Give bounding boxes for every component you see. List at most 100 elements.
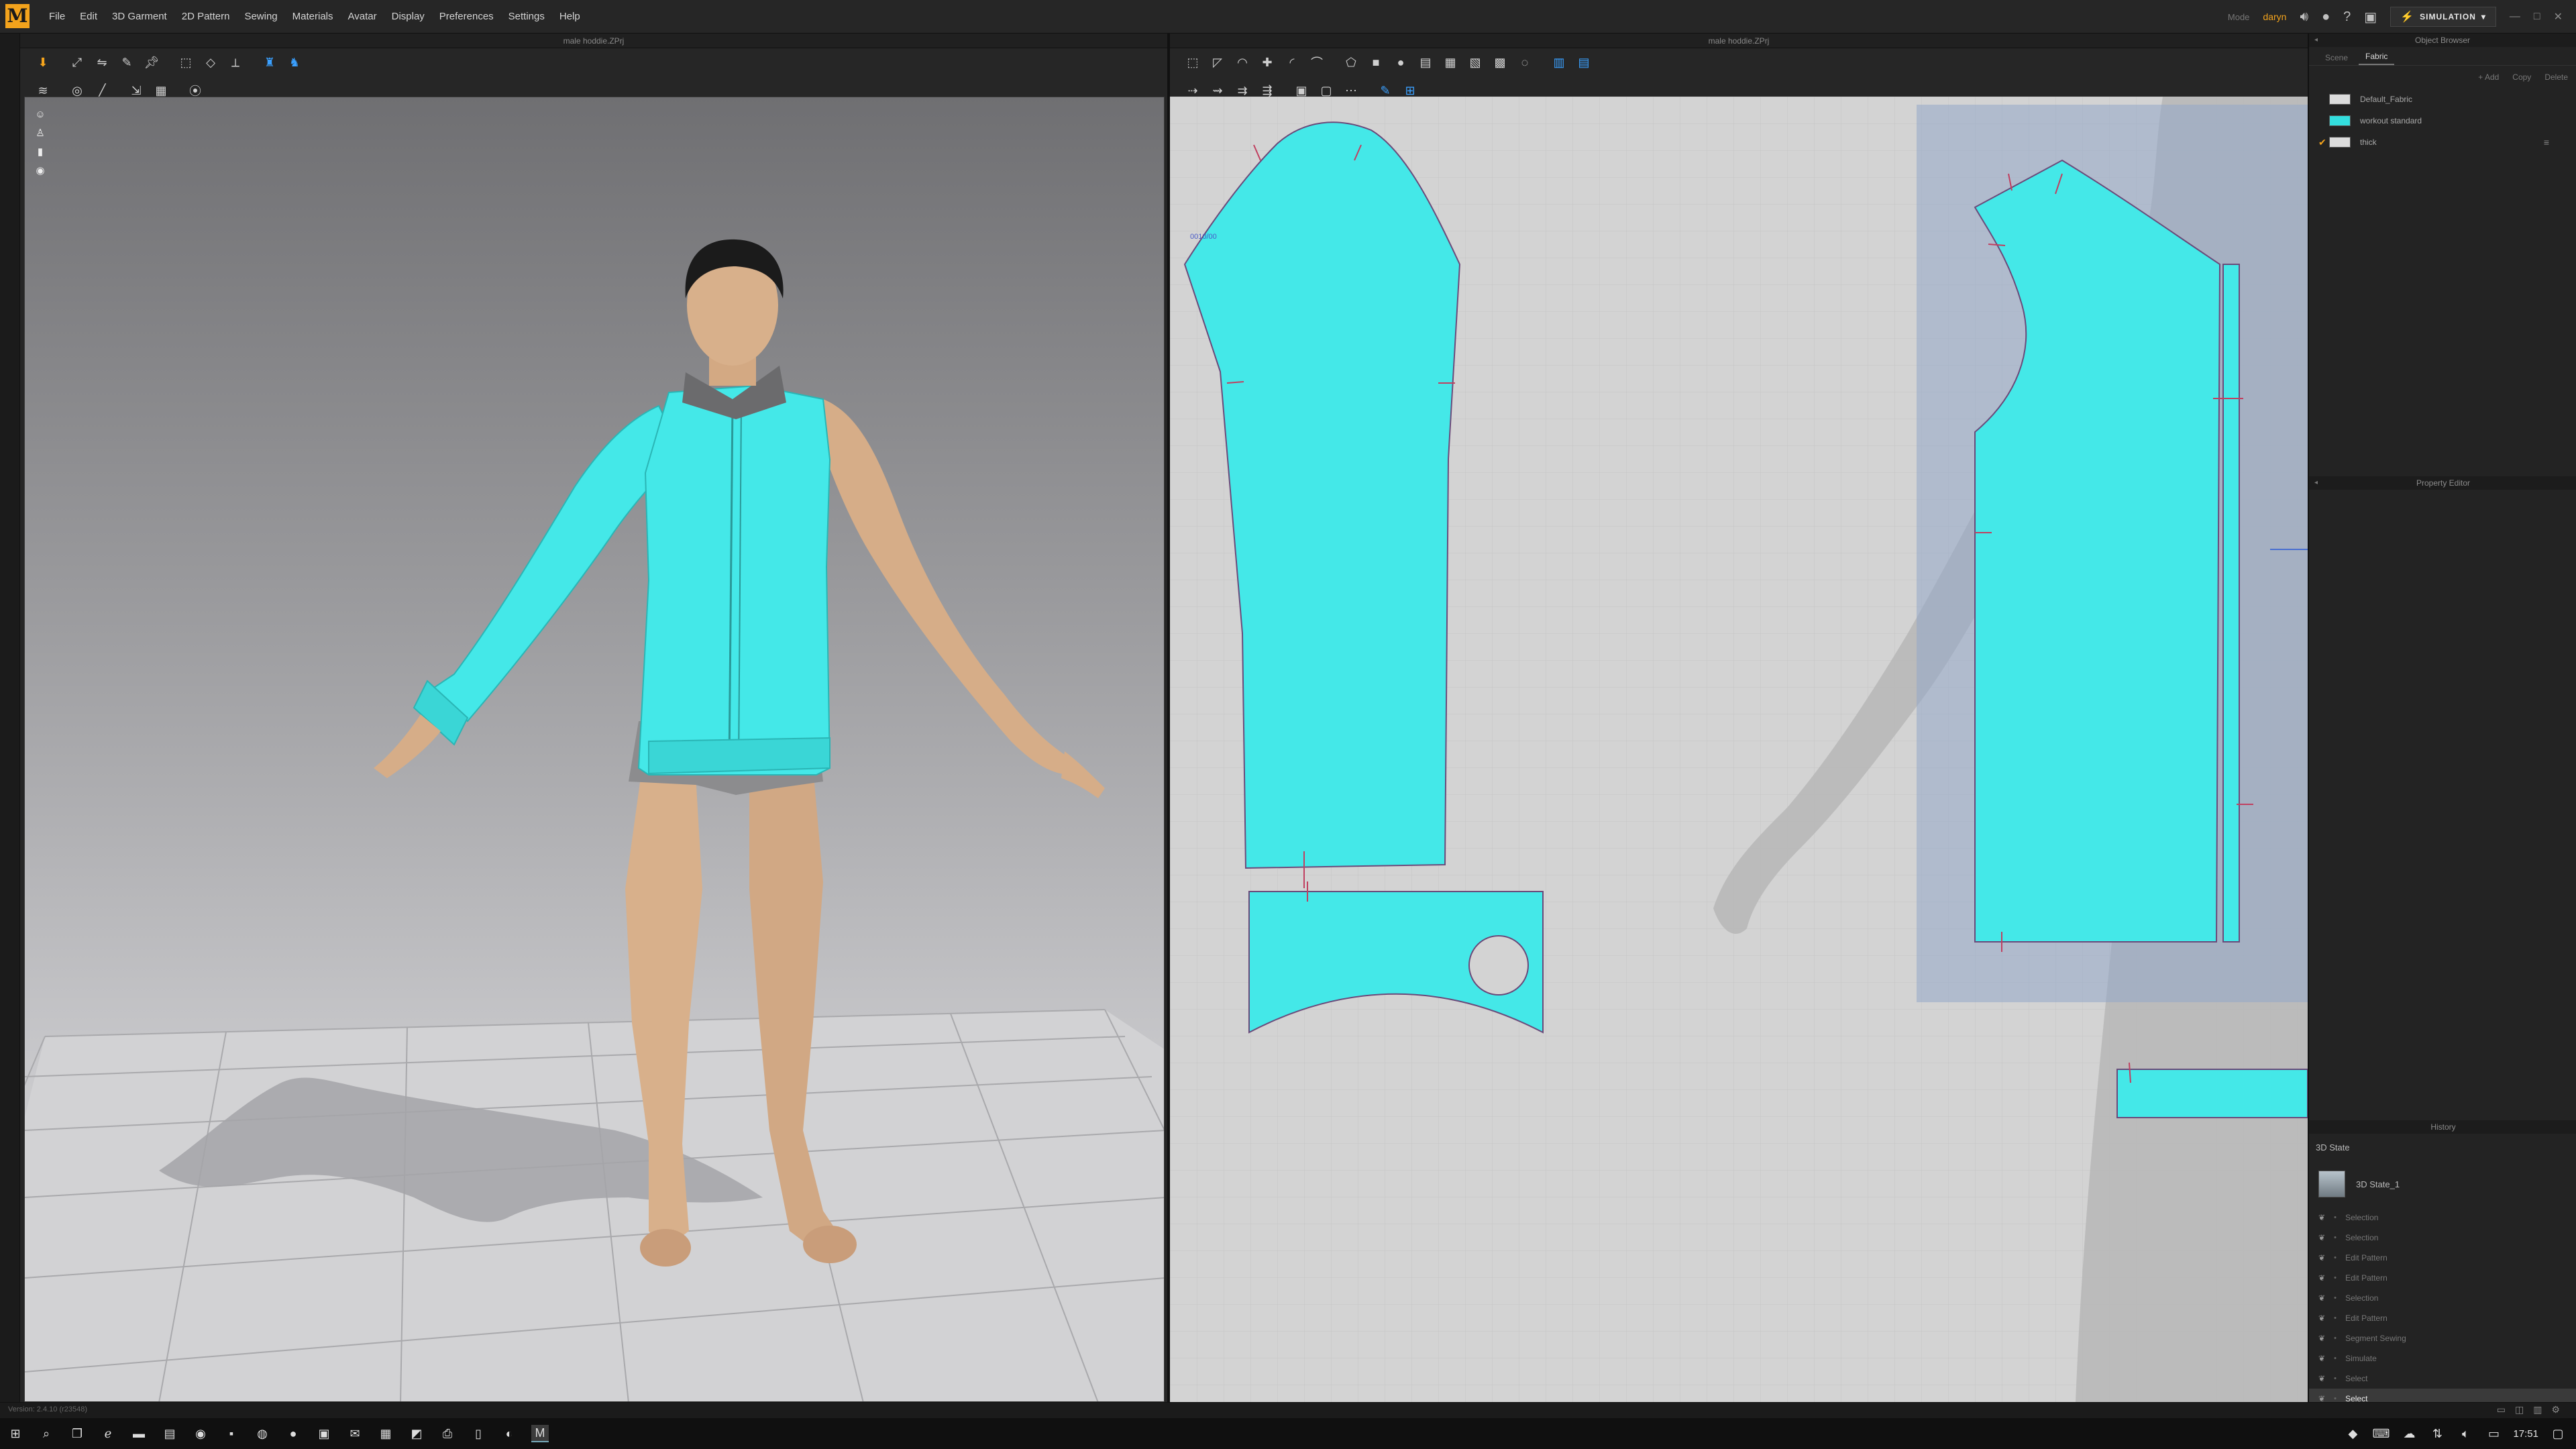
- add-fabric-button[interactable]: + Add: [2478, 72, 2499, 82]
- folder-icon[interactable]: ▣: [315, 1425, 333, 1442]
- avatar-visibility-icon[interactable]: ☺: [33, 107, 48, 121]
- internal-rectangle-icon[interactable]: ▦: [1441, 53, 1460, 72]
- tray-app-icon[interactable]: ◆: [2344, 1425, 2361, 1442]
- start-menu-icon[interactable]: ⊞: [7, 1425, 24, 1442]
- transform-pattern-icon[interactable]: ⬚: [1183, 53, 1202, 72]
- visibility-icon[interactable]: ❦: [2318, 1313, 2325, 1323]
- menu-settings[interactable]: Settings: [501, 0, 552, 34]
- menu-file[interactable]: File: [42, 0, 72, 34]
- menu-help[interactable]: Help: [552, 0, 588, 34]
- onedrive-icon[interactable]: ☁: [2400, 1425, 2418, 1442]
- settings-gear-icon[interactable]: ⚙: [2551, 1404, 2560, 1415]
- polygon-icon[interactable]: ⬠: [1342, 53, 1360, 72]
- dart-icon[interactable]: ▧: [1466, 53, 1485, 72]
- printer-icon[interactable]: ⎙: [439, 1425, 456, 1442]
- edit-pattern-icon[interactable]: ◸: [1208, 53, 1227, 72]
- history-snapshot[interactable]: 3D State_1: [2309, 1161, 2576, 1208]
- menu-sewing[interactable]: Sewing: [237, 0, 284, 34]
- internal-polygon-icon[interactable]: ▤: [1416, 53, 1435, 72]
- app-icon[interactable]: ◍: [254, 1425, 271, 1442]
- history-item[interactable]: ❦ • Simulate: [2309, 1348, 2576, 1368]
- visibility-icon[interactable]: ❦: [2318, 1293, 2325, 1303]
- user-name[interactable]: daryn: [2263, 11, 2286, 22]
- simulate-icon[interactable]: ⬇: [34, 53, 52, 72]
- visibility-icon[interactable]: ❦: [2318, 1213, 2325, 1222]
- minimize-icon[interactable]: —: [2510, 11, 2520, 23]
- help-icon[interactable]: ?: [2343, 9, 2351, 25]
- fabric-item[interactable]: ✔ thick ≡: [2309, 131, 2576, 153]
- keyboard-icon[interactable]: ⌨: [2372, 1425, 2390, 1442]
- pattern-hem-band[interactable]: [2116, 1069, 2308, 1118]
- avatar-pose-icon[interactable]: ♙: [33, 125, 48, 140]
- menu-display[interactable]: Display: [384, 0, 432, 34]
- tab-scene[interactable]: Scene: [2318, 53, 2355, 65]
- visibility-icon[interactable]: ❦: [2318, 1354, 2325, 1363]
- battery-icon[interactable]: ▭: [2485, 1425, 2502, 1442]
- layout-single-icon[interactable]: ▭: [2497, 1404, 2506, 1415]
- history-item[interactable]: ❦ • Selection: [2309, 1228, 2576, 1248]
- fabric-item[interactable]: Default_Fabric: [2309, 89, 2576, 110]
- history-item[interactable]: ❦ • Segment Sewing: [2309, 1328, 2576, 1348]
- avatar-skin-icon[interactable]: ◉: [33, 163, 48, 178]
- menu-edit[interactable]: Edit: [72, 0, 105, 34]
- edit-pattern-3d-icon[interactable]: ⬚: [176, 53, 195, 72]
- app-icon[interactable]: ●: [284, 1425, 302, 1442]
- history-item[interactable]: ❦ • Select: [2309, 1368, 2576, 1389]
- menu-3d-garment[interactable]: 3D Garment: [105, 0, 174, 34]
- circle-icon[interactable]: ●: [1391, 53, 1410, 72]
- fold-arrangement-icon[interactable]: ⇋: [93, 53, 111, 72]
- menu-materials[interactable]: Materials: [285, 0, 341, 34]
- edit-point-3d-icon[interactable]: ◇: [201, 53, 220, 72]
- history-item[interactable]: ❦ • Edit Pattern: [2309, 1248, 2576, 1268]
- garment-display-icon[interactable]: ♞: [285, 53, 304, 72]
- select-move-icon[interactable]: ⤢: [68, 53, 87, 72]
- history-item[interactable]: ❦ • Edit Pattern: [2309, 1268, 2576, 1288]
- measure-icon[interactable]: ⟂: [226, 53, 245, 72]
- visibility-icon[interactable]: ❦: [2318, 1374, 2325, 1383]
- viewport-3d[interactable]: ☺ ♙ ▮ ◉: [24, 97, 1165, 1402]
- pattern-cuff-hole[interactable]: [1468, 935, 1529, 996]
- avatar-display-icon[interactable]: ♜: [260, 53, 279, 72]
- chrome-icon[interactable]: ◉: [192, 1425, 209, 1442]
- copy-fabric-button[interactable]: Copy: [2512, 72, 2531, 82]
- fillet-icon[interactable]: ◜: [1283, 53, 1301, 72]
- history-item[interactable]: ❦ • Edit Pattern: [2309, 1308, 2576, 1328]
- delete-fabric-button[interactable]: Delete: [2544, 72, 2568, 82]
- pin-icon[interactable]: 📌︎: [142, 53, 161, 72]
- garment-shading-icon[interactable]: ▮: [33, 144, 48, 159]
- photos-icon[interactable]: ◩: [408, 1425, 425, 1442]
- calculator-icon[interactable]: ▯: [470, 1425, 487, 1442]
- gift-icon[interactable]: ▣: [2364, 9, 2377, 25]
- network-icon[interactable]: ⇅: [2428, 1425, 2446, 1442]
- sound-icon[interactable]: 🔊︎: [2300, 9, 2308, 25]
- tack-icon[interactable]: ✎: [117, 53, 136, 72]
- pin-icon[interactable]: ◂: [2314, 34, 2318, 47]
- menu-2d-pattern[interactable]: 2D Pattern: [174, 0, 237, 34]
- add-point-icon[interactable]: ✚: [1258, 53, 1277, 72]
- clock[interactable]: 17:51: [2513, 1428, 2538, 1440]
- menu-avatar[interactable]: Avatar: [341, 0, 384, 34]
- word-icon[interactable]: ▦: [377, 1425, 394, 1442]
- simulation-mode-switch[interactable]: ⚡ SIMULATION ▾: [2390, 7, 2496, 27]
- rectangle-icon[interactable]: ■: [1366, 53, 1385, 72]
- pin-icon[interactable]: ◂: [2314, 476, 2318, 490]
- history-item[interactable]: ❦ • Selection: [2309, 1288, 2576, 1308]
- search-icon[interactable]: ⌕: [38, 1425, 55, 1442]
- file-explorer-icon[interactable]: ▬: [130, 1425, 148, 1442]
- sewing-display-icon[interactable]: ▤: [1574, 53, 1593, 72]
- hole-icon[interactable]: ◌: [1515, 53, 1534, 72]
- edge-browser-icon[interactable]: ℯ: [99, 1425, 117, 1442]
- visibility-icon[interactable]: ❦: [2318, 1334, 2325, 1343]
- store-icon[interactable]: ▤: [161, 1425, 178, 1442]
- edit-curvature-icon[interactable]: ◠: [1233, 53, 1252, 72]
- close-icon[interactable]: ✕: [2554, 10, 2563, 23]
- viewport-2d[interactable]: 0010/00: [1170, 97, 2308, 1402]
- visibility-icon[interactable]: ❦: [2318, 1233, 2325, 1242]
- notification-icon[interactable]: ▢: [2549, 1425, 2567, 1442]
- tab-fabric[interactable]: Fabric: [2359, 52, 2395, 65]
- curve-point-icon[interactable]: ⌒: [1307, 53, 1326, 72]
- visibility-icon[interactable]: ❦: [2318, 1273, 2325, 1283]
- maximize-icon[interactable]: □: [2534, 11, 2540, 23]
- mail-icon[interactable]: ✉: [346, 1425, 364, 1442]
- pattern-zipper-strip[interactable]: [2222, 264, 2240, 943]
